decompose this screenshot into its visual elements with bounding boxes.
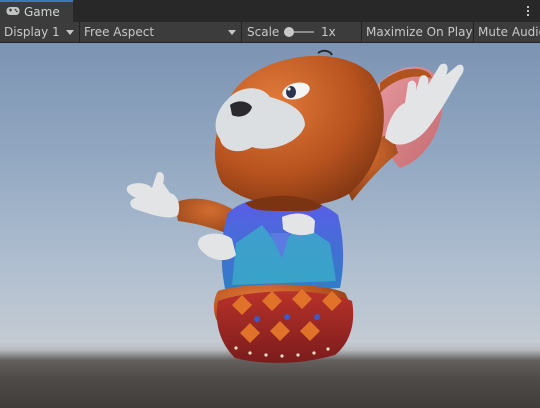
tab-title: Game — [24, 5, 60, 19]
aspect-label: Free Aspect — [84, 25, 155, 39]
chevron-down-icon — [228, 30, 236, 35]
scale-control: Scale 1x — [242, 22, 362, 42]
gamepad-icon — [6, 5, 20, 19]
mute-audio-toggle[interactable]: Mute Audio — [474, 22, 540, 42]
game-toolbar: Display 1 Free Aspect Scale 1x Maximize … — [0, 22, 540, 43]
maximize-on-play-toggle[interactable]: Maximize On Play — [362, 22, 474, 42]
mute-label: Mute Audio — [478, 25, 540, 39]
display-dropdown[interactable]: Display 1 — [0, 22, 80, 42]
tab-bar: Game — [0, 0, 540, 22]
aspect-dropdown[interactable]: Free Aspect — [80, 22, 242, 42]
character-model — [126, 49, 464, 363]
tab-game[interactable]: Game — [0, 0, 73, 22]
more-options-icon[interactable] — [522, 3, 534, 19]
display-label: Display 1 — [4, 25, 60, 39]
chevron-down-icon — [66, 30, 74, 35]
scale-slider-thumb[interactable] — [284, 27, 294, 37]
game-view[interactable] — [0, 43, 540, 408]
scale-value: 1x — [321, 25, 336, 39]
maximize-label: Maximize On Play — [366, 25, 473, 39]
scale-label: Scale — [247, 25, 280, 39]
